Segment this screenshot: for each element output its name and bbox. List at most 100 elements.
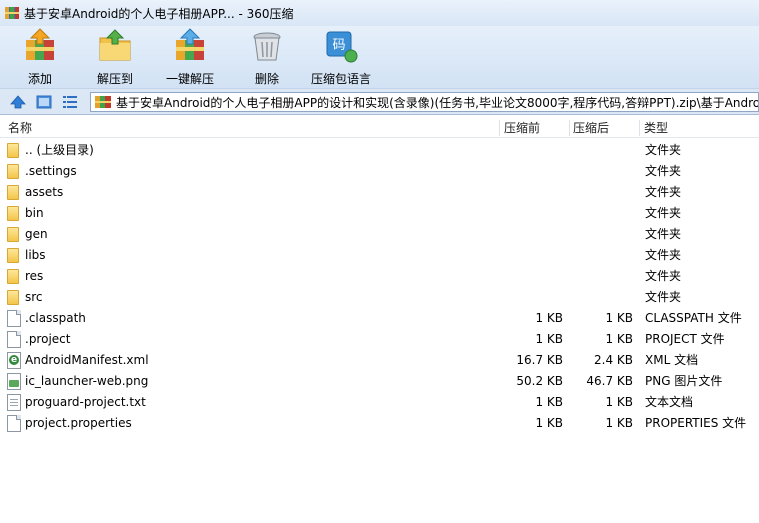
file-row[interactable]: res 文件夹: [0, 266, 759, 287]
one-click-extract-icon: [172, 28, 208, 64]
file-name: project.properties: [25, 416, 132, 430]
file-row[interactable]: .classpath 1 KB 1 KB CLASSPATH 文件: [0, 308, 759, 329]
file-row[interactable]: ic_launcher-web.png 50.2 KB 46.7 KB PNG …: [0, 371, 759, 392]
one-click-extract-label: 一键解压: [166, 72, 215, 86]
file-type: PROJECT 文件: [645, 332, 725, 346]
folder-icon: [7, 164, 19, 179]
file-row[interactable]: assets 文件夹: [0, 182, 759, 203]
file-name: .settings: [25, 164, 77, 178]
file-name: bin: [25, 206, 44, 220]
delete-button[interactable]: 删除: [249, 28, 285, 86]
file-row[interactable]: .. (上级目录) 文件夹: [0, 140, 759, 161]
file-name: .classpath: [25, 311, 86, 325]
one-click-extract-button[interactable]: 一键解压: [166, 28, 214, 86]
file-type: 文本文档: [645, 395, 694, 409]
column-divider[interactable]: [569, 120, 570, 136]
column-name-header[interactable]: 名称: [8, 118, 32, 138]
navigation-bar: 基于安卓Android的个人电子相册APP的设计和实现(含录像)(任务书,毕业论…: [0, 88, 759, 115]
file-type: 文件夹: [645, 143, 682, 157]
file-name: ic_launcher-web.png: [25, 374, 149, 388]
file-size: 1 KB: [535, 332, 563, 346]
trash-icon: [249, 28, 285, 64]
language-code-icon: 码: [323, 28, 359, 64]
column-size-header[interactable]: 压缩前: [504, 118, 540, 138]
app-archive-icon: [4, 5, 20, 21]
file-name: assets: [25, 185, 64, 199]
folder-icon: [7, 290, 19, 305]
column-compressed-header[interactable]: 压缩后: [573, 118, 609, 138]
extract-folder-icon: [97, 28, 133, 64]
file-icon: [7, 310, 21, 327]
list-view-icon[interactable]: [62, 94, 78, 110]
file-name: .project: [25, 332, 71, 346]
file-row[interactable]: project.properties 1 KB 1 KB PROPERTIES …: [0, 413, 759, 434]
add-button[interactable]: 添加: [22, 28, 58, 86]
file-row[interactable]: src 文件夹: [0, 287, 759, 308]
address-path-field[interactable]: 基于安卓Android的个人电子相册APP的设计和实现(含录像)(任务书,毕业论…: [90, 92, 759, 112]
delete-label: 删除: [254, 72, 279, 86]
text-file-icon: [7, 394, 21, 411]
toolbar: 添加 解压到 一键解压 删除 码 压缩包语言: [0, 26, 759, 88]
folder-icon: [7, 248, 19, 263]
file-row[interactable]: bin 文件夹: [0, 203, 759, 224]
add-label: 添加: [27, 72, 52, 86]
folder-icon: [7, 227, 19, 242]
file-type: 文件夹: [645, 185, 682, 199]
title-bar: 基于安卓Android的个人电子相册APP... - 360压缩: [0, 0, 759, 26]
file-size: 1 KB: [535, 311, 563, 325]
file-compressed-size: 1 KB: [605, 416, 633, 430]
folder-icon: [7, 206, 19, 221]
file-type: 文件夹: [645, 227, 682, 241]
folder-icon: [7, 185, 19, 200]
archive-icon: [94, 94, 112, 110]
language-pack-button[interactable]: 码 压缩包语言: [311, 28, 371, 86]
file-type: PROPERTIES 文件: [645, 416, 747, 430]
file-row[interactable]: .project 1 KB 1 KB PROJECT 文件: [0, 329, 759, 350]
file-size: 1 KB: [535, 416, 563, 430]
file-type: 文件夹: [645, 248, 682, 262]
file-name: AndroidManifest.xml: [25, 353, 149, 367]
file-name: res: [25, 269, 44, 283]
file-name: proguard-project.txt: [25, 395, 146, 409]
file-size: 16.7 KB: [516, 353, 563, 367]
extract-to-button[interactable]: 解压到: [97, 28, 133, 86]
language-pack-label: 压缩包语言: [311, 72, 372, 86]
extract-to-label: 解压到: [97, 72, 134, 86]
file-row[interactable]: libs 文件夹: [0, 245, 759, 266]
png-file-icon: [7, 373, 21, 390]
file-type: XML 文档: [645, 353, 699, 367]
file-type: 文件夹: [645, 290, 682, 304]
file-name: libs: [25, 248, 46, 262]
column-type-header[interactable]: 类型: [644, 118, 668, 138]
folder-icon: [7, 269, 19, 284]
add-archive-icon: [22, 28, 58, 64]
column-divider[interactable]: [499, 120, 500, 136]
address-path-text: 基于安卓Android的个人电子相册APP的设计和实现(含录像)(任务书,毕业论…: [116, 95, 759, 110]
thumbnail-view-icon[interactable]: [36, 94, 52, 110]
file-type: CLASSPATH 文件: [645, 311, 742, 325]
file-size: 1 KB: [535, 395, 563, 409]
file-row[interactable]: proguard-project.txt 1 KB 1 KB 文本文档: [0, 392, 759, 413]
file-type: 文件夹: [645, 206, 682, 220]
xml-file-icon: [7, 352, 21, 369]
file-row[interactable]: .settings 文件夹: [0, 161, 759, 182]
file-row[interactable]: AndroidManifest.xml 16.7 KB 2.4 KB XML 文…: [0, 350, 759, 371]
file-icon: [7, 331, 21, 348]
file-list-header: 名称 压缩前 压缩后 类型: [0, 118, 759, 138]
file-row[interactable]: gen 文件夹: [0, 224, 759, 245]
file-type: PNG 图片文件: [645, 374, 723, 388]
file-name: .. (上级目录): [25, 143, 94, 157]
up-arrow-icon[interactable]: [10, 94, 26, 110]
column-divider[interactable]: [639, 120, 640, 136]
folder-icon: [7, 143, 19, 158]
window-title: 基于安卓Android的个人电子相册APP... - 360压缩: [24, 6, 294, 21]
file-compressed-size: 1 KB: [605, 311, 633, 325]
file-name: src: [25, 290, 43, 304]
file-compressed-size: 2.4 KB: [594, 353, 633, 367]
file-size: 50.2 KB: [516, 374, 563, 388]
file-type: 文件夹: [645, 269, 682, 283]
svg-text:码: 码: [332, 38, 345, 53]
file-compressed-size: 46.7 KB: [586, 374, 633, 388]
file-icon: [7, 415, 21, 432]
file-compressed-size: 1 KB: [605, 395, 633, 409]
